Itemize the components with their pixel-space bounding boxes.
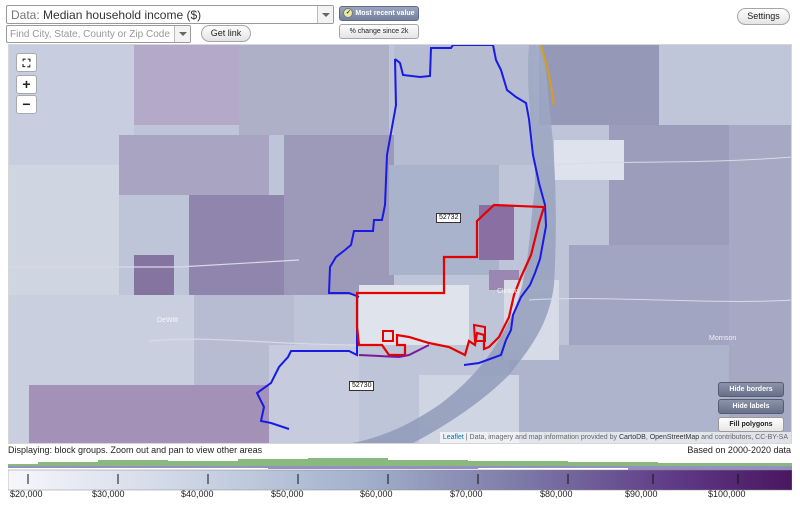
place-label: DeWitt bbox=[157, 317, 178, 324]
location-search[interactable] bbox=[6, 25, 191, 43]
fullscreen-icon: ⛶ bbox=[22, 58, 31, 70]
chevron-down-icon[interactable] bbox=[317, 6, 333, 23]
zoom-out-button[interactable]: − bbox=[16, 95, 37, 114]
place-label: Morrison bbox=[709, 335, 737, 342]
data-select[interactable]: Data: Median household income ($) bbox=[6, 5, 334, 24]
zoom-in-button[interactable]: + bbox=[16, 75, 37, 94]
legend-tick-label: $70,000 bbox=[450, 489, 483, 499]
choropleth-map bbox=[9, 45, 791, 443]
legend-tick-label: $100,000 bbox=[708, 489, 746, 499]
hide-borders-button[interactable]: Hide borders bbox=[718, 382, 784, 397]
minus-icon: − bbox=[22, 96, 31, 112]
data-select-label: Data: Median household income ($) bbox=[11, 8, 202, 22]
map-canvas[interactable]: ⛶ + − DeWitt Clinton Morrison 52732 5273… bbox=[8, 44, 792, 444]
legend-ticks bbox=[8, 470, 792, 490]
attribution-text: | Data, imagery and map information prov… bbox=[465, 434, 618, 441]
most-recent-label: Most recent value bbox=[355, 10, 415, 17]
legend-tick-label: $30,000 bbox=[92, 489, 125, 499]
display-status: Displaying: block groups. Zoom out and p… bbox=[8, 445, 263, 455]
most-recent-value-button[interactable]: ✓ Most recent value bbox=[339, 6, 419, 21]
fullscreen-button[interactable]: ⛶ bbox=[16, 53, 37, 72]
cartodb-link[interactable]: CartoDB bbox=[619, 434, 646, 441]
percent-change-button[interactable]: % change since 2k bbox=[339, 24, 419, 39]
legend-tick-label: $60,000 bbox=[360, 489, 393, 499]
zip-label: 52730 bbox=[349, 381, 375, 391]
legend-tick-label: $90,000 bbox=[625, 489, 658, 499]
hide-labels-button[interactable]: Hide labels bbox=[718, 399, 784, 414]
zip-label: 52732 bbox=[436, 213, 462, 223]
map-attribution: Leaflet | Data, imagery and map informat… bbox=[439, 432, 791, 443]
fill-polygons-button[interactable]: Fill polygons bbox=[718, 417, 784, 432]
legend-tick-label: $50,000 bbox=[271, 489, 304, 499]
osm-link[interactable]: OpenStreetMap bbox=[650, 434, 699, 441]
attribution-tail: and contributors, CC-BY-SA bbox=[701, 434, 788, 441]
legend-tick-label: $40,000 bbox=[181, 489, 214, 499]
chevron-down-icon[interactable] bbox=[174, 26, 190, 42]
place-label: Clinton bbox=[497, 288, 519, 295]
plus-icon: + bbox=[22, 76, 31, 92]
check-icon: ✓ bbox=[343, 8, 354, 19]
get-link-button[interactable]: Get link bbox=[201, 25, 251, 42]
search-input[interactable] bbox=[10, 27, 170, 41]
settings-button[interactable]: Settings bbox=[737, 8, 790, 25]
legend-tick-label: $80,000 bbox=[540, 489, 573, 499]
leaflet-link[interactable]: Leaflet bbox=[443, 434, 464, 441]
data-basis: Based on 2000-2020 data bbox=[687, 445, 791, 455]
legend-tick-label: $20,000 bbox=[10, 489, 43, 499]
